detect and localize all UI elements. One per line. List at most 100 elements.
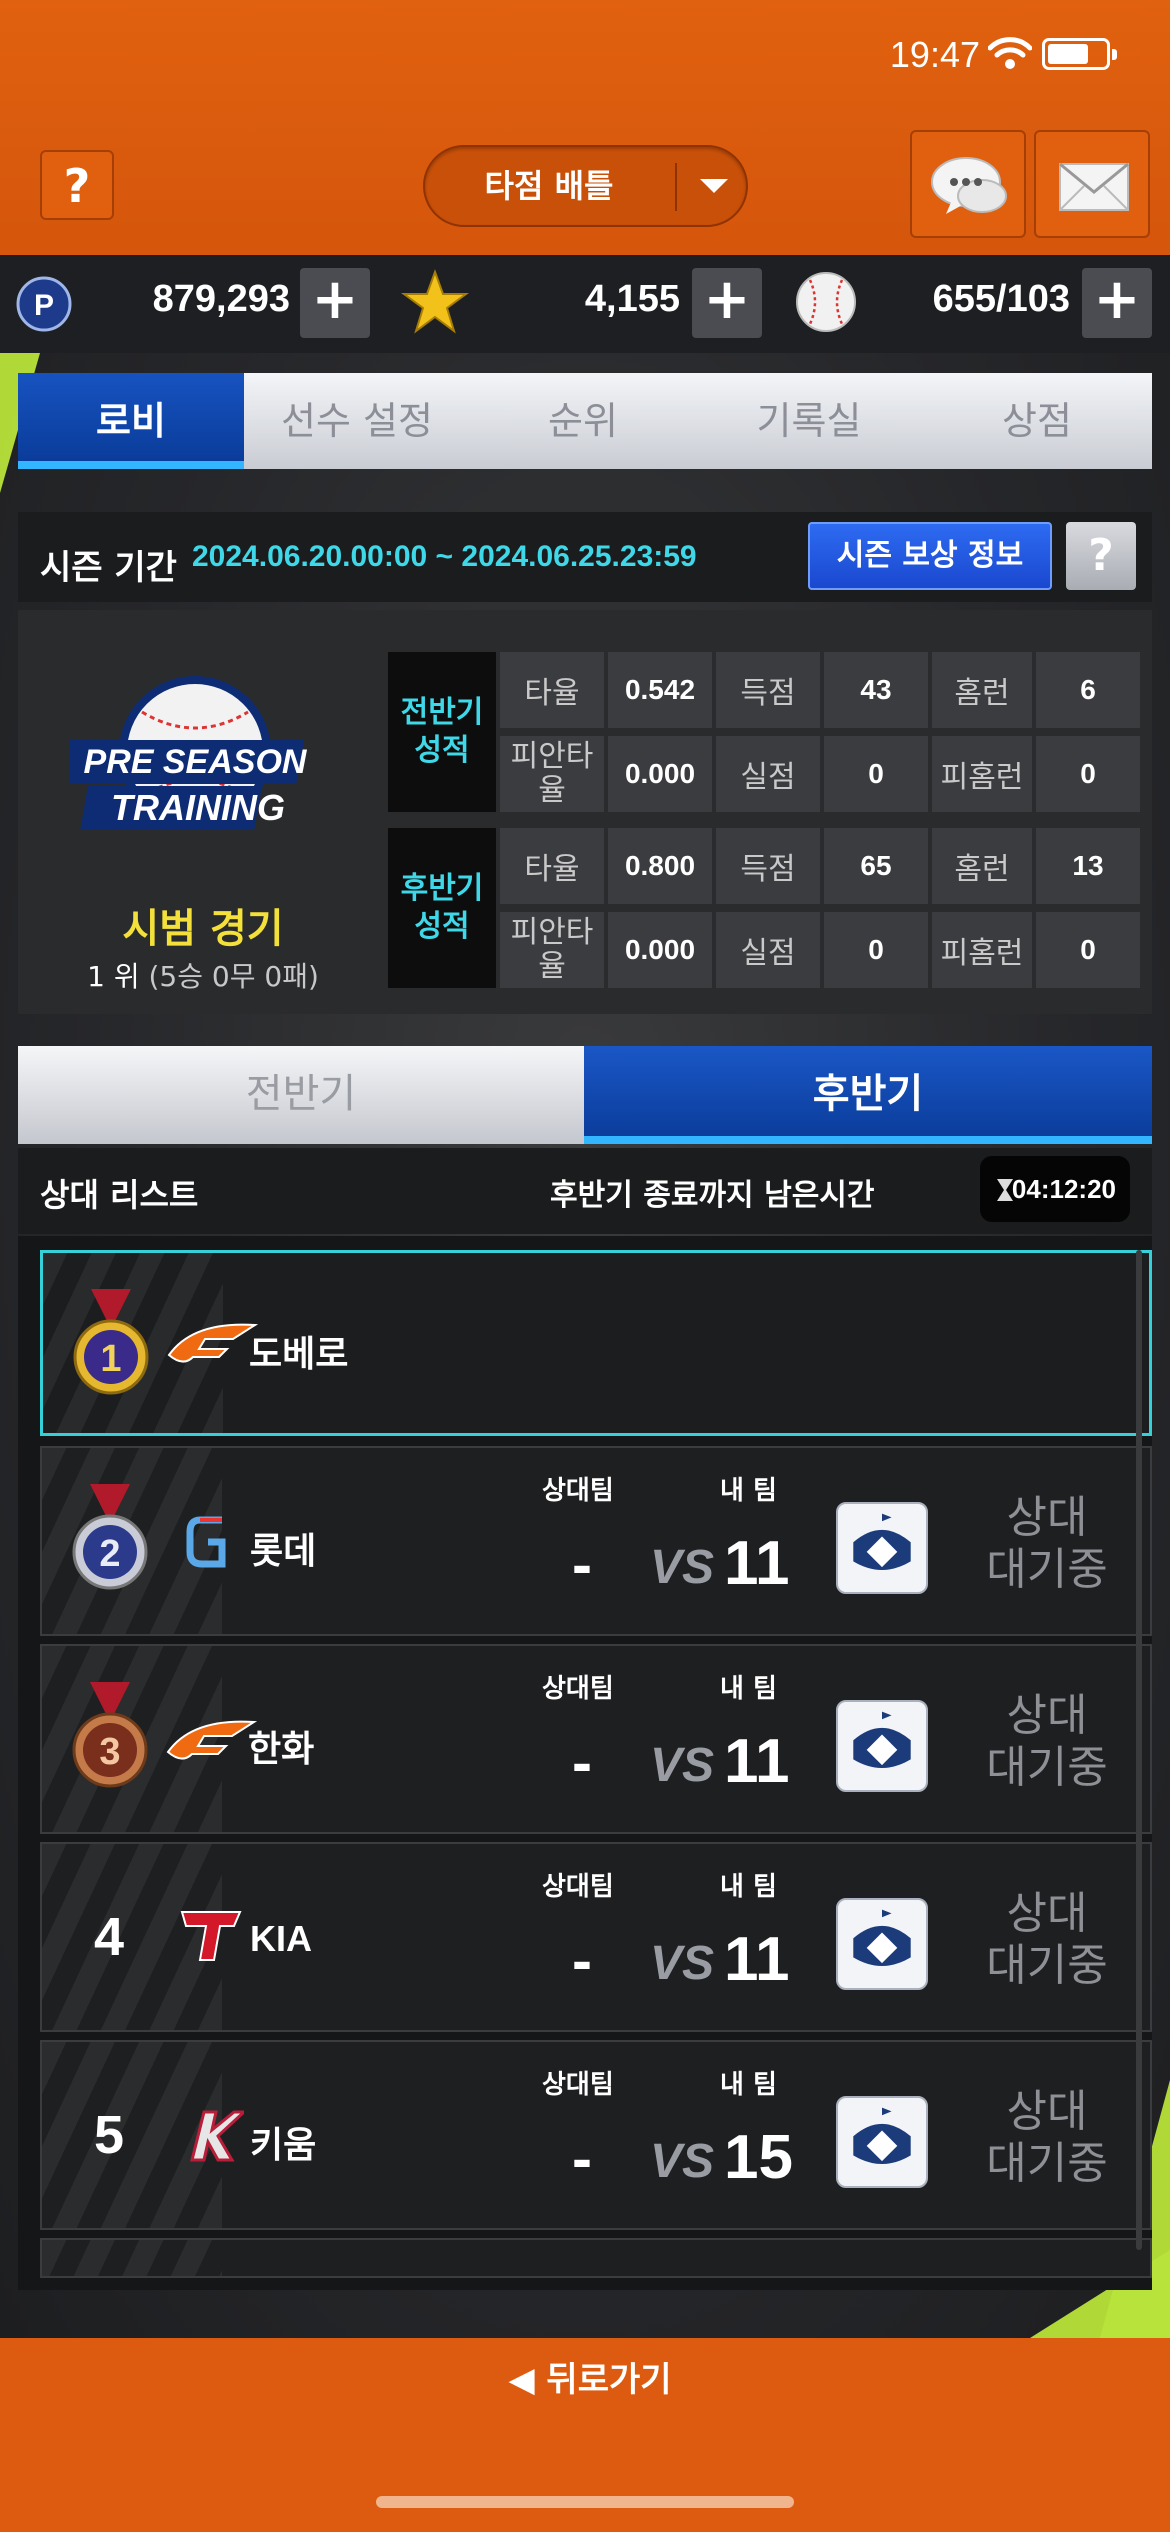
tab-ranking[interactable]: 순위: [470, 373, 696, 469]
opponent-waiting-status: 상대 대기중: [962, 1492, 1132, 1596]
status-time: 19:47: [889, 34, 980, 75]
stat-key: 피홈런: [932, 736, 1032, 812]
opponent-row[interactable]: [40, 2238, 1152, 2278]
stadium-icon[interactable]: [836, 1502, 928, 1594]
tab-second-half[interactable]: 후반기: [584, 1046, 1152, 1144]
stat-key: 타율: [500, 652, 604, 728]
opponent-team-header: 상대팀: [542, 1476, 614, 1506]
waiting-line: 상대: [1006, 1690, 1088, 1741]
season-period-label: 시즌 기간: [40, 548, 177, 588]
stat-value: 0: [824, 912, 928, 988]
row-decor: [42, 2240, 222, 2276]
stat-value: 0: [824, 736, 928, 812]
stat-value: 0.542: [608, 652, 712, 728]
logo-text-line1: PRE SEASON: [84, 743, 308, 781]
home-indicator[interactable]: [376, 2496, 794, 2508]
opponent-score: -: [572, 1927, 592, 1994]
timer-value: 04:12:20: [1011, 1174, 1116, 1204]
my-team-header: 내 팀: [720, 2070, 777, 2100]
stadium-icon[interactable]: [836, 1700, 928, 1792]
back-button[interactable]: ◀ 뒤로가기: [470, 2350, 710, 2410]
score-block: 상대팀 내 팀 - VS 11: [542, 1866, 822, 2016]
mode-dropdown-label: 타점 배틀: [484, 167, 614, 205]
opponent-row[interactable]: 4 KIA 상대팀 내 팀 - VS 11 상대 대기중: [40, 1842, 1152, 2032]
opponent-row[interactable]: 2 롯데 상대팀 내 팀 - VS 11 상대 대기중: [40, 1446, 1152, 1636]
stat-value: 0.000: [608, 912, 712, 988]
season-reward-button[interactable]: 시즌 보상 정보: [808, 522, 1052, 590]
my-score: 15: [724, 2123, 793, 2192]
stat-key: 실점: [716, 912, 820, 988]
season-help-button[interactable]: ?: [1066, 522, 1136, 590]
add-balls-button[interactable]: +: [1082, 268, 1152, 338]
list-scrollbar[interactable]: [1136, 1250, 1142, 2250]
stat-value: 0: [1036, 912, 1140, 988]
label-line: 성적: [414, 733, 470, 768]
chat-icon: [931, 157, 1007, 214]
stat-key: 피홈런: [932, 912, 1032, 988]
opponent-row[interactable]: 3 한화 상대팀 내 팀 - VS 11 상대 대기중: [40, 1644, 1152, 1834]
rank-number: 4: [93, 1907, 125, 1967]
tab-lobby[interactable]: 로비: [18, 373, 244, 469]
opponent-waiting-status: 상대 대기중: [962, 1690, 1132, 1794]
waiting-line: 상대: [1006, 2086, 1088, 2137]
tab-first-half[interactable]: 전반기: [18, 1046, 584, 1144]
opponent-score: -: [572, 1729, 592, 1796]
stat-key: 피안타 율: [500, 912, 604, 988]
score-block: 상대팀 내 팀 - VS 11: [542, 1668, 822, 1818]
team-name: 롯데: [250, 1531, 317, 1572]
tab-records[interactable]: 기록실: [696, 373, 922, 469]
stat-key: 타율: [500, 828, 604, 904]
stat-value: 0.800: [608, 828, 712, 904]
first-half-label: 전반기 성적: [388, 652, 496, 812]
stat-key: 득점: [716, 828, 820, 904]
my-score: 11: [724, 1529, 790, 1598]
p-coin-icon: P: [16, 276, 72, 332]
team-name: 도베로: [249, 1334, 349, 1375]
preseason-logo: PRE SEASON TRAINING: [70, 676, 308, 830]
battery-icon: [1042, 38, 1117, 70]
stadium-icon[interactable]: [836, 2096, 928, 2188]
my-team-header: 내 팀: [720, 1476, 777, 1506]
logo-text-line2: TRAINING: [111, 787, 285, 828]
opponent-waiting-status: 상대 대기중: [962, 2086, 1132, 2190]
opponent-team-header: 상대팀: [542, 1674, 614, 1704]
stat-value: 43: [824, 652, 928, 728]
vs-label: VS: [650, 1541, 715, 1594]
add-stars-button[interactable]: +: [692, 268, 762, 338]
mode-title: 시범 경기: [122, 906, 284, 952]
stat-value: 65: [824, 828, 928, 904]
bronze-medal-icon: 3: [72, 1682, 148, 1788]
opponent-row[interactable]: 1 도베로: [40, 1250, 1152, 1436]
hanwha-logo-icon: [166, 1720, 258, 1760]
stat-value: 6: [1036, 652, 1140, 728]
hourglass-icon: [997, 1179, 1013, 1201]
label-line: 성적: [414, 909, 470, 944]
rank-text: 1 위: [87, 960, 140, 993]
my-score: 11: [724, 1925, 790, 1994]
mode-dropdown[interactable]: 타점 배틀: [423, 145, 748, 227]
stars-value: 4,155: [584, 278, 680, 320]
help-button[interactable]: ?: [40, 150, 114, 220]
tab-player-settings[interactable]: 선수 설정: [244, 373, 470, 469]
half-tabs: 전반기 후반기: [18, 1046, 1152, 1144]
kia-logo-icon: [180, 1911, 242, 1961]
score-block: 상대팀 내 팀 - VS 15: [542, 2064, 822, 2214]
stat-value: 0: [1036, 736, 1140, 812]
opponent-row[interactable]: 5 키움 상대팀 내 팀 - VS 15 상대 대기중: [40, 2040, 1152, 2230]
my-team-header: 내 팀: [720, 1872, 777, 1902]
gold-medal-icon: 1: [73, 1289, 149, 1395]
mail-icon: [1059, 162, 1129, 211]
second-half-label: 후반기 성적: [388, 828, 496, 988]
stat-value: 0.000: [608, 736, 712, 812]
add-points-button[interactable]: +: [300, 268, 370, 338]
svg-text:3: 3: [99, 1731, 120, 1773]
stadium-icon[interactable]: [836, 1898, 928, 1990]
waiting-line: 대기중: [986, 2138, 1108, 2189]
mail-button[interactable]: [1034, 130, 1150, 238]
tab-shop[interactable]: 상점: [922, 373, 1152, 469]
opponent-team-header: 상대팀: [542, 1872, 614, 1902]
chevron-down-icon: [700, 179, 728, 193]
opponent-list-label: 상대 리스트: [40, 1176, 199, 1214]
team-name: 한화: [248, 1729, 315, 1770]
chat-button[interactable]: [910, 130, 1026, 238]
